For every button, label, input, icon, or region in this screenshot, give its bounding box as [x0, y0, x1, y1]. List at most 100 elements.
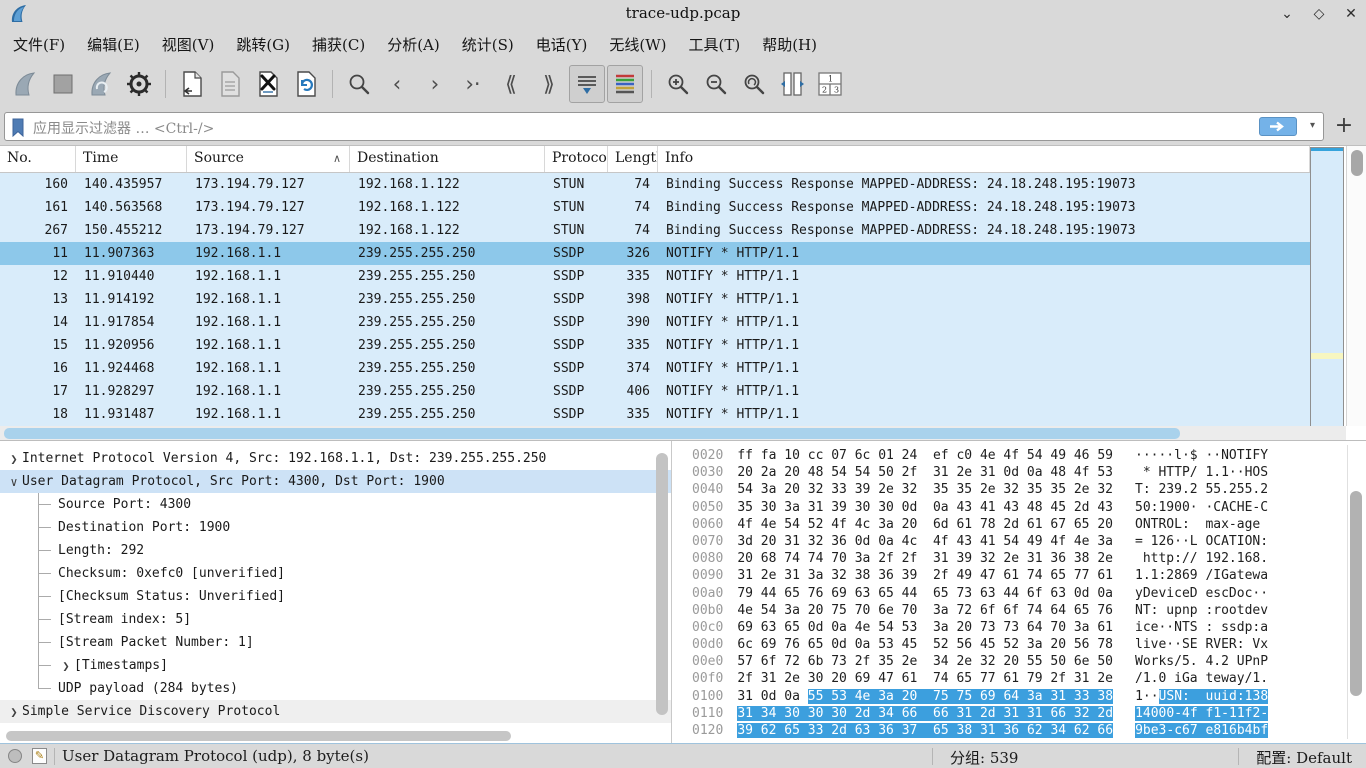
column-header-no[interactable]: No. [0, 146, 76, 172]
hex-row[interactable]: 00b04e 54 3a 20 75 70 6e 70 3a 72 6f 6f … [692, 603, 1268, 620]
detail-row[interactable]: Length: 292 [0, 539, 671, 562]
apply-filter-button[interactable] [1259, 117, 1297, 136]
packet-row[interactable]: 160140.435957173.194.79.127192.168.1.122… [0, 173, 1310, 196]
capture-comment-icon[interactable]: ✎ [32, 748, 47, 764]
hex-row[interactable]: 0020ff fa 10 cc 07 6c 01 24 ef c0 4e 4f … [692, 448, 1268, 465]
detail-row[interactable]: ❯Internet Protocol Version 4, Src: 192.1… [0, 447, 671, 470]
menu-item[interactable]: 分析(A) [376, 30, 451, 59]
hex-row[interactable]: 00604f 4e 54 52 4f 4c 3a 20 6d 61 78 2d … [692, 517, 1268, 534]
hex-row[interactable]: 00f02f 31 2e 30 20 69 47 61 74 65 77 61 … [692, 671, 1268, 688]
go-last-packet-icon[interactable]: ⟫ [531, 65, 567, 103]
hex-row[interactable]: 00a079 44 65 76 69 63 65 44 65 73 63 44 … [692, 586, 1268, 603]
tree-collapsed-icon[interactable]: ❯ [6, 452, 22, 466]
hex-ascii[interactable]: /1.0 iGa teway/1. [1135, 671, 1268, 686]
open-file-icon[interactable] [174, 65, 210, 103]
save-file-icon[interactable] [212, 65, 248, 103]
packet-row[interactable]: 161140.563568173.194.79.127192.168.1.122… [0, 196, 1310, 219]
hex-ascii[interactable]: live··SE RVER: Vx [1135, 637, 1268, 652]
hex-ascii[interactable]: ·····l·$ ··NOTIFY [1135, 448, 1268, 463]
packet-list-vertical-scrollbar[interactable] [1346, 146, 1366, 426]
hex-row[interactable]: 004054 3a 20 32 33 39 2e 32 35 35 2e 32 … [692, 482, 1268, 499]
hex-row[interactable]: 010031 0d 0a 55 53 4e 3a 20 75 75 69 64 … [692, 689, 1268, 706]
zoom-in-icon[interactable] [660, 65, 696, 103]
tree-collapsed-icon[interactable]: ❯ [58, 659, 74, 673]
packet-row[interactable]: 1811.931487192.168.1.1239.255.255.250SSD… [0, 403, 1310, 426]
hex-ascii[interactable]: http:// 192.168. [1135, 551, 1268, 566]
detail-row[interactable]: Checksum: 0xefc0 [unverified] [0, 562, 671, 585]
hex-bytes[interactable]: 20 68 74 74 70 3a 2f 2f 31 39 32 2e 31 3… [737, 551, 1113, 566]
hex-ascii[interactable]: 9be3-c67 e816b4bf [1135, 723, 1268, 738]
detail-row[interactable]: ∨User Datagram Protocol, Src Port: 4300,… [0, 470, 671, 493]
hex-bytes[interactable]: 79 44 65 76 69 63 65 44 65 73 63 44 6f 6… [737, 586, 1113, 601]
menu-item[interactable]: 统计(S) [451, 30, 525, 59]
menu-item[interactable]: 文件(F) [2, 30, 76, 59]
display-filter-input[interactable]: 应用显示过滤器 … <Ctrl-/> ▾ [4, 112, 1324, 141]
hex-bytes[interactable]: ff fa 10 cc 07 6c 01 24 ef c0 4e 4f 54 4… [737, 448, 1113, 463]
hex-bytes[interactable]: 20 2a 20 48 54 54 50 2f 31 2e 31 0d 0a 4… [737, 465, 1113, 480]
hex-row[interactable]: 012039 62 65 33 2d 63 36 37 65 38 31 36 … [692, 723, 1268, 740]
hex-ascii[interactable]: yDeviceD escDoc·· [1135, 586, 1268, 601]
hex-bytes[interactable]: 54 3a 20 32 33 39 2e 32 35 35 2e 32 35 3… [737, 482, 1113, 497]
find-packet-icon[interactable] [341, 65, 377, 103]
filter-bookmark-icon[interactable] [11, 118, 25, 137]
detail-row[interactable]: Source Port: 4300 [0, 493, 671, 516]
hex-bytes[interactable]: 35 30 3a 31 39 30 30 0d 0a 43 41 43 48 4… [737, 500, 1113, 515]
menu-item[interactable]: 跳转(G) [225, 30, 301, 59]
hex-row[interactable]: 005035 30 3a 31 39 30 30 0d 0a 43 41 43 … [692, 500, 1268, 517]
hex-bytes[interactable]: 31 2e 31 3a 32 38 36 39 2f 49 47 61 74 6… [737, 568, 1113, 583]
hex-ascii[interactable]: T: 239.2 55.255.2 [1135, 482, 1268, 497]
column-header-destination[interactable]: Destination [350, 146, 545, 172]
hex-bytes[interactable]: 31 0d 0a 55 53 4e 3a 20 75 75 69 64 3a 3… [737, 689, 1113, 704]
hex-bytes[interactable]: 3d 20 31 32 36 0d 0a 4c 4f 43 41 54 49 4… [737, 534, 1113, 549]
packet-row[interactable]: 1211.910440192.168.1.1239.255.255.250SSD… [0, 265, 1310, 288]
hex-bytes[interactable]: 4f 4e 54 52 4f 4c 3a 20 6d 61 78 2d 61 6… [737, 517, 1113, 532]
detail-row[interactable]: [Stream index: 5] [0, 608, 671, 631]
go-next-packet-icon[interactable]: › [417, 65, 453, 103]
hex-bytes[interactable]: 4e 54 3a 20 75 70 6e 70 3a 72 6f 6f 74 6… [737, 603, 1113, 618]
packet-list-vertical-scrollbar-thumb[interactable] [1351, 150, 1363, 176]
packet-row[interactable]: 1611.924468192.168.1.1239.255.255.250SSD… [0, 357, 1310, 380]
detail-vertical-scrollbar-thumb[interactable] [656, 453, 668, 715]
hex-bytes[interactable]: 69 63 65 0d 0a 4e 54 53 3a 20 73 73 64 7… [737, 620, 1113, 635]
go-previous-packet-icon[interactable]: ‹ [379, 65, 415, 103]
hex-bytes[interactable]: 39 62 65 33 2d 63 36 37 65 38 31 36 62 3… [737, 723, 1113, 738]
column-header-protocol[interactable]: Protocol [545, 146, 608, 172]
hex-ascii[interactable]: ONTROL: max-age [1135, 517, 1268, 532]
column-header-source[interactable]: Source∧ [187, 146, 350, 172]
column-header-length[interactable]: Length [608, 146, 658, 172]
hex-vertical-scrollbar-thumb[interactable] [1350, 491, 1362, 696]
capture-options-icon[interactable] [121, 65, 157, 103]
intelligent-scrollbar-minimap[interactable] [1310, 147, 1344, 438]
packet-row[interactable]: 1111.907363192.168.1.1239.255.255.250SSD… [0, 242, 1310, 265]
detail-row[interactable]: UDP payload (284 bytes) [0, 677, 671, 700]
packet-row[interactable]: 1511.920956192.168.1.1239.255.255.250SSD… [0, 334, 1310, 357]
hex-row[interactable]: 00703d 20 31 32 36 0d 0a 4c 4f 43 41 54 … [692, 534, 1268, 551]
hex-ascii[interactable]: 1.1:2869 /IGatewa [1135, 568, 1268, 583]
go-first-packet-icon[interactable]: ⟪ [493, 65, 529, 103]
menu-item[interactable]: 视图(V) [151, 30, 226, 59]
hex-bytes[interactable]: 31 34 30 30 30 2d 34 66 66 31 2d 31 31 6… [737, 706, 1113, 721]
maximize-button[interactable]: ◇ [1310, 6, 1328, 22]
layout-123-icon[interactable]: 123 [812, 65, 848, 103]
menu-item[interactable]: 工具(T) [677, 30, 751, 59]
start-capture-icon[interactable] [7, 65, 43, 103]
detail-horizontal-scrollbar[interactable] [0, 730, 660, 742]
detail-row[interactable]: ❯Simple Service Discovery Protocol [0, 700, 671, 723]
auto-scroll-toggle-icon[interactable] [569, 65, 605, 103]
hex-row[interactable]: 003020 2a 20 48 54 54 50 2f 31 2e 31 0d … [692, 465, 1268, 482]
stop-capture-icon[interactable] [45, 65, 81, 103]
hex-row[interactable]: 009031 2e 31 3a 32 38 36 39 2f 49 47 61 … [692, 568, 1268, 585]
hex-row[interactable]: 00e057 6f 72 6b 73 2f 35 2e 34 2e 32 20 … [692, 654, 1268, 671]
resize-columns-icon[interactable] [774, 65, 810, 103]
add-filter-button[interactable]: + [1330, 112, 1358, 141]
hex-ascii[interactable]: ice··NTS : ssdp:a [1135, 620, 1268, 635]
hex-ascii[interactable]: 50:1900· ·CACHE-C [1135, 500, 1268, 515]
detail-row[interactable]: ❯[Timestamps] [0, 654, 671, 677]
column-header-info[interactable]: Info [658, 146, 1310, 172]
detail-row[interactable]: [Checksum Status: Unverified] [0, 585, 671, 608]
hex-row[interactable]: 011031 34 30 30 30 2d 34 66 66 31 2d 31 … [692, 706, 1268, 723]
restart-capture-icon[interactable] [83, 65, 119, 103]
column-header-time[interactable]: Time [76, 146, 187, 172]
reload-file-icon[interactable] [288, 65, 324, 103]
tree-expanded-icon[interactable]: ∨ [6, 475, 22, 489]
